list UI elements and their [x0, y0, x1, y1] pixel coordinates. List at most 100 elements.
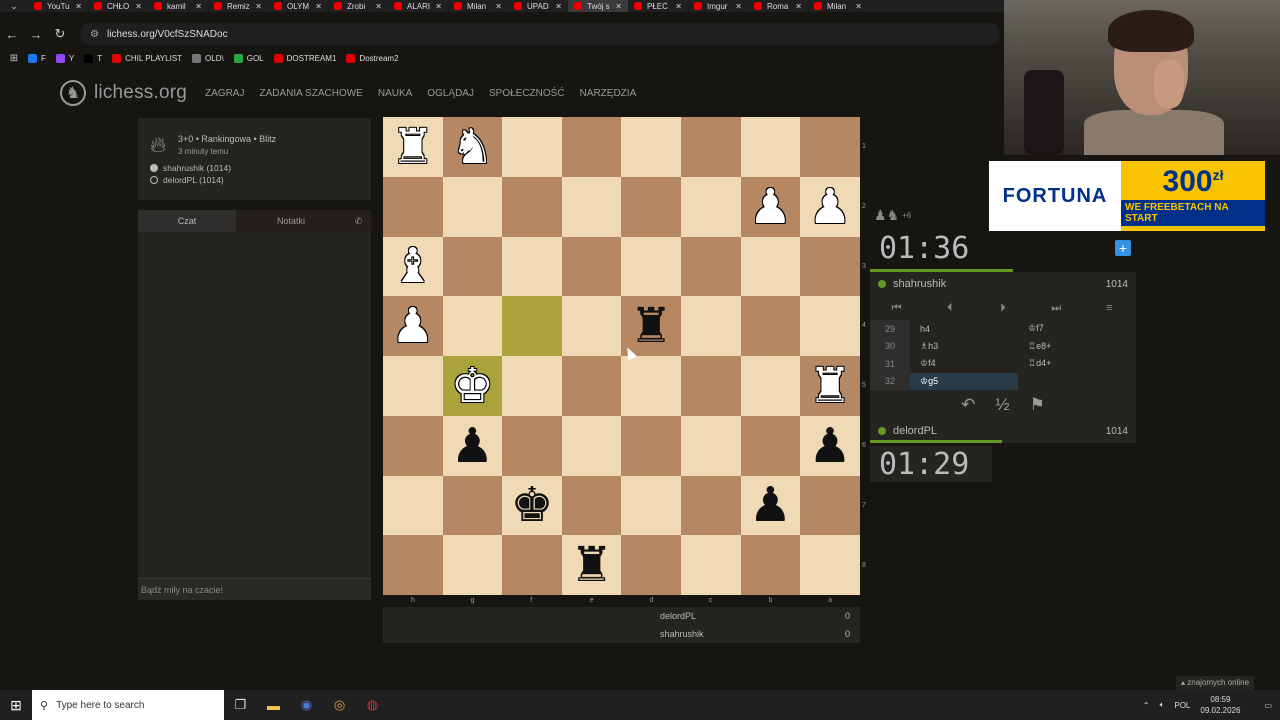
board-square[interactable] — [740, 296, 801, 356]
board-square[interactable] — [800, 475, 860, 536]
board-square[interactable] — [740, 415, 801, 476]
board-square[interactable] — [561, 117, 622, 177]
voice-chat-icon[interactable]: ✆ — [346, 210, 371, 232]
board-square[interactable] — [740, 356, 801, 416]
white-king-icon[interactable]: ♚ — [451, 362, 494, 410]
app-icon[interactable]: ◉ — [290, 697, 323, 713]
site-info-icon[interactable]: ⚙ — [90, 29, 99, 40]
bookmark-item[interactable]: Dostream2 — [346, 53, 399, 63]
close-tab-icon[interactable]: ✕ — [375, 2, 382, 11]
white-move[interactable]: ♔f4 — [910, 355, 1018, 373]
board-square[interactable]: ♟ — [442, 415, 503, 476]
board-square[interactable]: ♜ — [383, 117, 443, 177]
browser-tab[interactable]: Zrobi ✕ — [328, 0, 388, 12]
top-player-bar[interactable]: shahrushik 1014 — [870, 272, 1136, 296]
bookmark-item[interactable]: T — [84, 53, 102, 63]
nav-tools[interactable]: NARZĘDZIA — [580, 88, 637, 99]
apps-grid-icon[interactable]: ⊞ — [0, 53, 28, 64]
board-square[interactable] — [800, 535, 860, 595]
bookmark-item[interactable]: CHIL PLAYLIST — [112, 53, 182, 63]
windows-start-icon[interactable]: ⊞ — [0, 697, 32, 714]
tab-search-icon[interactable]: ⌄ — [0, 1, 28, 12]
tab-chat[interactable]: Czat — [138, 210, 236, 232]
board-square[interactable]: ♜ — [561, 535, 622, 595]
browser-tab[interactable]: Twój s ✕ — [568, 0, 628, 12]
bookmark-item[interactable]: DOSTREAM1 — [273, 53, 336, 63]
black-move[interactable]: ♔f7 — [1018, 320, 1126, 338]
last-move-icon[interactable]: ⏭ — [1030, 302, 1083, 315]
board-square[interactable] — [621, 356, 681, 416]
lichess-app-icon[interactable]: ◍ — [356, 697, 389, 713]
black-rook-icon[interactable]: ♜ — [570, 541, 613, 589]
tray-chevron-icon[interactable]: ⌃ — [1143, 701, 1150, 710]
prev-move-icon[interactable]: ⏴ — [923, 302, 976, 315]
board-square[interactable]: ♞ — [442, 117, 503, 177]
board-square[interactable] — [621, 236, 681, 297]
board-square[interactable] — [561, 176, 622, 237]
notification-icon[interactable]: ▭ — [1264, 701, 1272, 710]
board-square[interactable]: ♟ — [383, 296, 443, 356]
site-logo[interactable]: ♞ lichess.org — [60, 80, 187, 106]
board-square[interactable]: ♟ — [740, 475, 801, 536]
board-square[interactable] — [621, 117, 681, 177]
board-square[interactable] — [740, 117, 801, 177]
board-square[interactable]: ♝ — [383, 236, 443, 297]
board-square[interactable] — [621, 415, 681, 476]
speaker-icon[interactable]: 🔈︎ — [1160, 700, 1165, 710]
board-square[interactable] — [383, 176, 443, 237]
white-bishop-icon[interactable]: ♝ — [391, 242, 434, 290]
white-knight-icon[interactable]: ♞ — [451, 123, 494, 171]
white-pawn-icon[interactable]: ♟ — [391, 302, 434, 350]
board-square[interactable] — [680, 356, 741, 416]
close-tab-icon[interactable]: ✕ — [75, 2, 82, 11]
url-field[interactable]: ⚙ lichess.org/V0cfSzSNADoc — [80, 23, 1000, 45]
board-square[interactable] — [561, 296, 622, 356]
board-square[interactable] — [442, 296, 503, 356]
browser-tab[interactable]: Milan ✕ — [448, 0, 508, 12]
white-pawn-icon[interactable]: ♟ — [749, 183, 792, 231]
nav-watch[interactable]: OGLĄDAJ — [427, 88, 474, 99]
board-square[interactable] — [442, 236, 503, 297]
browser-tab[interactable]: UPAD ✕ — [508, 0, 568, 12]
board-square[interactable]: ♟ — [740, 176, 801, 237]
white-move[interactable]: h4 — [910, 320, 1018, 338]
white-move[interactable]: ♗h3 — [910, 338, 1018, 356]
black-move[interactable] — [1018, 373, 1126, 391]
browser-tab[interactable]: ALARI ✕ — [388, 0, 448, 12]
close-tab-icon[interactable]: ✕ — [795, 2, 802, 11]
board-square[interactable] — [502, 236, 562, 297]
tab-notes[interactable]: Notatki — [236, 210, 346, 232]
menu-icon[interactable]: ≡ — [1083, 302, 1136, 314]
board-square[interactable]: ♚ — [442, 356, 503, 416]
reload-icon[interactable]: ↻ — [48, 26, 72, 42]
close-tab-icon[interactable]: ✕ — [435, 2, 442, 11]
add-time-button[interactable]: + — [1115, 240, 1131, 256]
close-tab-icon[interactable]: ✕ — [615, 2, 622, 11]
board-square[interactable] — [800, 296, 860, 356]
board-square[interactable] — [561, 236, 622, 297]
forward-icon[interactable]: → — [24, 27, 48, 42]
board-square[interactable] — [442, 176, 503, 237]
board-square[interactable] — [383, 475, 443, 536]
board-square[interactable] — [680, 535, 741, 595]
board-square[interactable] — [740, 535, 801, 595]
board-square[interactable] — [561, 475, 622, 536]
white-move[interactable]: ♔g5 — [910, 372, 1018, 390]
chess-board[interactable]: ♜ ♞ ♟ ♟ ♝ ♟ ♜ ♚ ♜ ♟ ♟ ♚ ♟ ♜ — [383, 117, 860, 595]
file-explorer-icon[interactable]: ▬ — [257, 698, 290, 713]
bookmark-item[interactable]: F — [28, 53, 46, 63]
browser-tab[interactable]: Imgur ✕ — [688, 0, 748, 12]
close-tab-icon[interactable]: ✕ — [135, 2, 142, 11]
first-move-icon[interactable]: ⏮ — [870, 302, 923, 315]
board-square[interactable] — [740, 236, 801, 297]
nav-community[interactable]: SPOŁECZNOŚĆ — [489, 88, 565, 99]
close-tab-icon[interactable]: ✕ — [675, 2, 682, 11]
white-pawn-icon[interactable]: ♟ — [808, 183, 851, 231]
system-clock[interactable]: 08:59 09.02.2026 — [1200, 694, 1240, 716]
resign-flag-icon[interactable]: ⚑ — [1030, 395, 1045, 415]
board-square[interactable] — [442, 535, 503, 595]
board-square[interactable] — [680, 296, 741, 356]
black-move[interactable]: ♖d4+ — [1018, 355, 1126, 373]
browser-tab[interactable]: Remiz ✕ — [208, 0, 268, 12]
bookmark-item[interactable]: OLD\ — [192, 53, 224, 63]
